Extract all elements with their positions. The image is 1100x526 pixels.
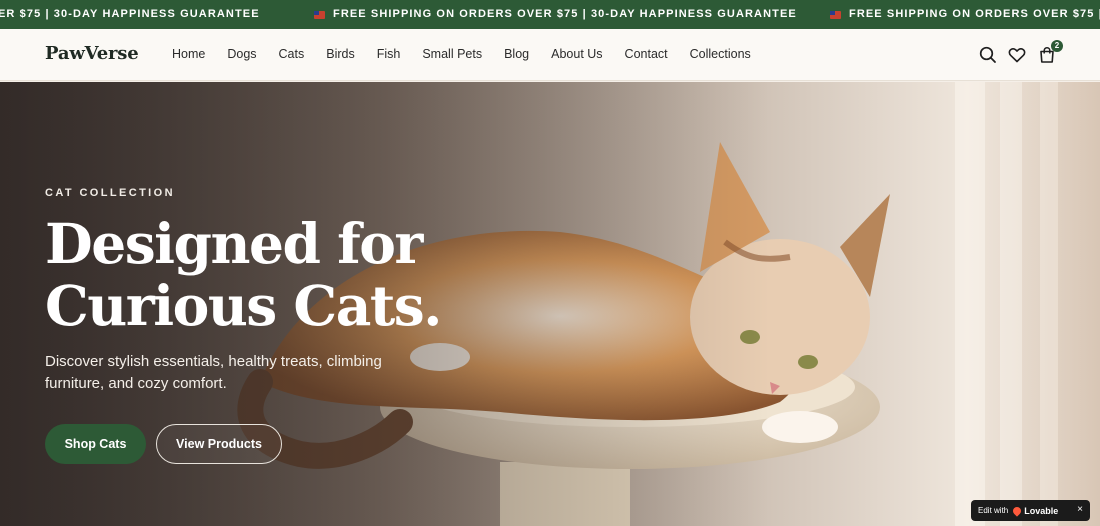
- hero-headline-line-2: Curious Cats.: [45, 273, 442, 338]
- announcement-item: FREE SHIPPING ON ORDERS OVER $75 | 30-DA…: [314, 0, 797, 29]
- nav-item-home[interactable]: Home: [172, 47, 205, 61]
- close-icon[interactable]: ×: [1077, 504, 1083, 515]
- lovable-badge-prefix: Edit with: [978, 506, 1009, 515]
- us-flag-icon: [314, 10, 325, 19]
- announcement-text: ER $75 | 30-DAY HAPPINESS GUARANTEE: [0, 8, 260, 20]
- announcement-bar: ER $75 | 30-DAY HAPPINESS GUARANTEE FREE…: [0, 0, 1100, 29]
- nav-item-blog[interactable]: Blog: [504, 47, 529, 61]
- edit-with-lovable-badge[interactable]: Edit with Lovable ×: [971, 500, 1090, 521]
- view-products-button[interactable]: View Products: [156, 424, 282, 464]
- hero-section: CAT COLLECTION Designed for Curious Cats…: [0, 82, 1100, 526]
- hero-eyebrow: CAT COLLECTION: [45, 187, 175, 199]
- announcement-item: FREE SHIPPING ON ORDERS OVER $75 | 30-DA…: [830, 0, 1100, 29]
- hero-cta-group: Shop Cats View Products: [45, 424, 282, 464]
- nav-item-small-pets[interactable]: Small Pets: [422, 47, 482, 61]
- lovable-brand: Lovable: [1024, 505, 1059, 516]
- announcement-text: FREE SHIPPING ON ORDERS OVER $75 | 30-DA…: [849, 8, 1100, 20]
- announcement-item: ER $75 | 30-DAY HAPPINESS GUARANTEE: [0, 0, 260, 29]
- announcement-text: FREE SHIPPING ON ORDERS OVER $75 | 30-DA…: [333, 8, 797, 20]
- nav-item-collections[interactable]: Collections: [690, 47, 751, 61]
- us-flag-icon: [830, 10, 841, 19]
- lovable-heart-icon: [1011, 504, 1023, 517]
- nav-item-birds[interactable]: Birds: [326, 47, 354, 61]
- nav-item-cats[interactable]: Cats: [279, 47, 305, 61]
- hero-headline: Designed for Curious Cats.: [45, 211, 442, 338]
- hero-subtext: Discover stylish essentials, healthy tre…: [45, 353, 382, 392]
- site-logo[interactable]: PawVerse: [45, 43, 139, 64]
- main-nav: Home Dogs Cats Birds Fish Small Pets Blo…: [172, 47, 773, 61]
- cart-count-badge: 2: [1051, 40, 1063, 52]
- shopping-bag-icon[interactable]: 2: [1037, 40, 1063, 65]
- nav-item-dogs[interactable]: Dogs: [227, 47, 256, 61]
- search-icon[interactable]: [978, 45, 998, 65]
- heart-icon[interactable]: [1007, 45, 1027, 65]
- nav-item-fish[interactable]: Fish: [377, 47, 401, 61]
- nav-item-about-us[interactable]: About Us: [551, 47, 602, 61]
- nav-item-contact[interactable]: Contact: [625, 47, 668, 61]
- shop-cats-button[interactable]: Shop Cats: [45, 424, 146, 464]
- hero-content: CAT COLLECTION Designed for Curious Cats…: [45, 187, 442, 464]
- site-header: PawVerse Home Dogs Cats Birds Fish Small…: [0, 29, 1100, 81]
- hero-headline-line-1: Designed for: [45, 211, 423, 276]
